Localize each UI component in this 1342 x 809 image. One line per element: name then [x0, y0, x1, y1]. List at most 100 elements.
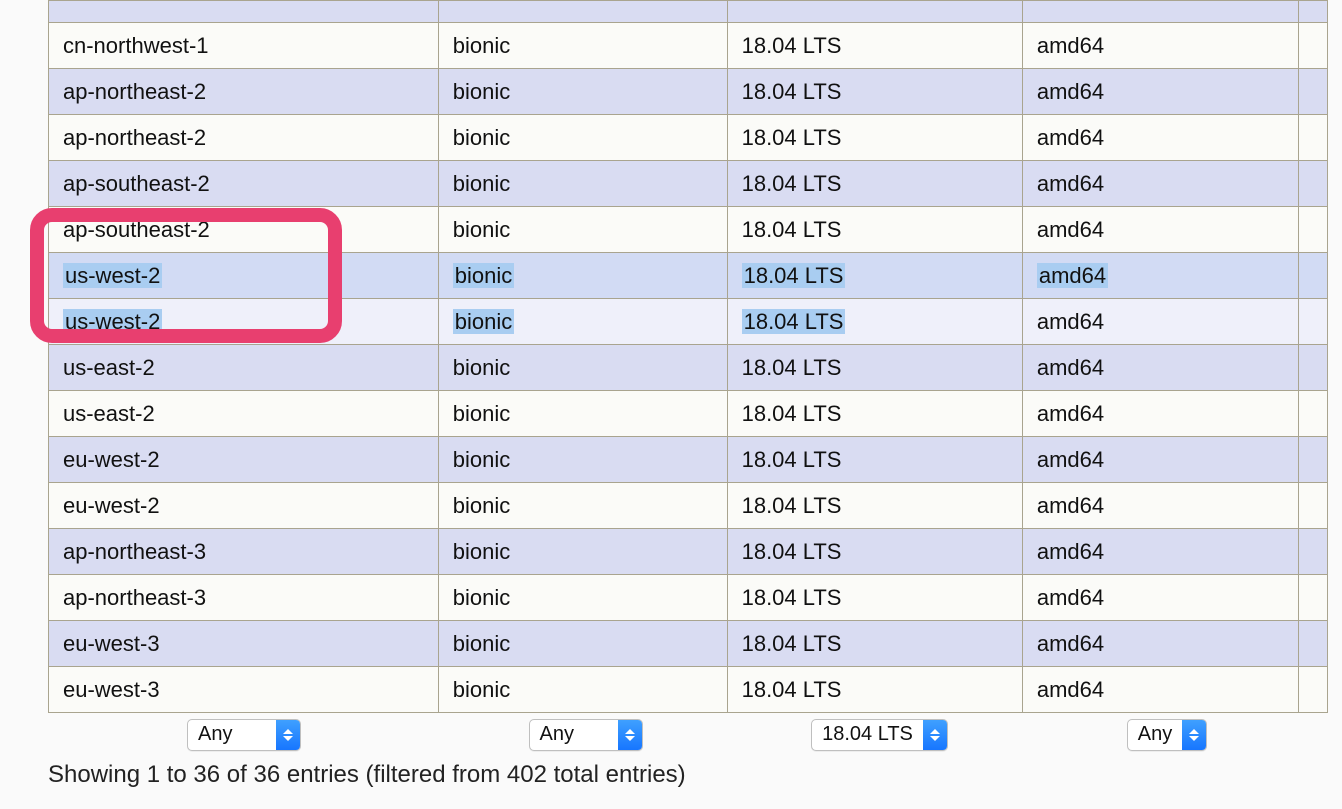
cell-tail [1298, 115, 1327, 161]
cell-arch: amd64 [1022, 575, 1298, 621]
cell-region: ap-northeast-2 [49, 69, 439, 115]
table-row[interactable]: us-west-2bionic18.04 LTSamd64 [49, 299, 1328, 345]
cell-tail [1298, 437, 1327, 483]
cell-tail [1298, 299, 1327, 345]
table-row[interactable]: cn-northwest-1bionic18.04 LTSamd64 [49, 23, 1328, 69]
cell-tail [1298, 483, 1327, 529]
table-row[interactable]: ap-northeast-2bionic18.04 LTSamd64 [49, 69, 1328, 115]
table-row[interactable]: eu-west-2bionic18.04 LTSamd64 [49, 437, 1328, 483]
cell-version: 18.04 LTS [727, 437, 1022, 483]
table-row[interactable]: ap-northeast-3bionic18.04 LTSamd64 [49, 575, 1328, 621]
cell-region: us-west-2 [49, 299, 439, 345]
cell-version: 18.04 LTS [727, 529, 1022, 575]
table-row[interactable]: ap-southeast-2bionic18.04 LTSamd64 [49, 161, 1328, 207]
cell-tail [1298, 529, 1327, 575]
cell-region: eu-west-3 [49, 621, 439, 667]
filter-region-select[interactable]: Any [187, 719, 301, 751]
filter-region-label: Any [188, 720, 276, 750]
cell-tail [1298, 345, 1327, 391]
cell-name: bionic [438, 253, 727, 299]
cell-name: bionic [438, 621, 727, 667]
cell-arch: amd64 [1022, 391, 1298, 437]
filter-arch-select[interactable]: Any [1127, 719, 1207, 751]
table-row[interactable]: us-east-2bionic18.04 LTSamd64 [49, 391, 1328, 437]
cell-name: bionic [438, 437, 727, 483]
data-table: cn-northwest-1bionic18.04 LTSamd64ap-nor… [48, 0, 1328, 713]
table-row[interactable]: eu-west-3bionic18.04 LTSamd64 [49, 667, 1328, 713]
cell-tail [1298, 575, 1327, 621]
cell-arch: amd64 [1022, 69, 1298, 115]
chevron-updown-icon [923, 720, 947, 750]
filter-version-select[interactable]: 18.04 LTS [811, 719, 948, 751]
cell-version: 18.04 LTS [727, 667, 1022, 713]
table-row[interactable]: eu-west-3bionic18.04 LTSamd64 [49, 621, 1328, 667]
cell-tail [1298, 23, 1327, 69]
cell-region: ap-southeast-2 [49, 207, 439, 253]
cell-name: bionic [438, 575, 727, 621]
chevron-updown-icon [618, 720, 642, 750]
cell-tail [1298, 253, 1327, 299]
table-row[interactable]: ap-northeast-3bionic18.04 LTSamd64 [49, 529, 1328, 575]
filter-version-label: 18.04 LTS [812, 720, 923, 750]
table-status-text: Showing 1 to 36 of 36 entries (filtered … [48, 761, 1342, 789]
cell-arch: amd64 [1022, 667, 1298, 713]
cell-tail [1298, 667, 1327, 713]
cell-version: 18.04 LTS [727, 621, 1022, 667]
cell-arch: amd64 [1022, 437, 1298, 483]
cell-arch: amd64 [1022, 253, 1298, 299]
cell-region: cn-northwest-1 [49, 23, 439, 69]
cell-name: bionic [438, 207, 727, 253]
cell-region [49, 1, 439, 23]
cell-version [727, 1, 1022, 23]
cell-arch: amd64 [1022, 23, 1298, 69]
cell-version: 18.04 LTS [727, 115, 1022, 161]
cell-name: bionic [438, 23, 727, 69]
cell-name: bionic [438, 69, 727, 115]
cell-version: 18.04 LTS [727, 23, 1022, 69]
cell-version: 18.04 LTS [727, 161, 1022, 207]
cell-name [438, 1, 727, 23]
cell-tail [1298, 161, 1327, 207]
filter-row: Any Any 18.04 LTS Any [48, 719, 1328, 751]
cell-name: bionic [438, 529, 727, 575]
cell-version: 18.04 LTS [727, 299, 1022, 345]
cell-region: ap-northeast-3 [49, 529, 439, 575]
cell-name: bionic [438, 299, 727, 345]
chevron-updown-icon [276, 720, 300, 750]
table-row[interactable] [49, 1, 1328, 23]
cell-name: bionic [438, 345, 727, 391]
cell-version: 18.04 LTS [727, 575, 1022, 621]
cell-arch [1022, 1, 1298, 23]
cell-tail [1298, 391, 1327, 437]
cell-version: 18.04 LTS [727, 207, 1022, 253]
table-row[interactable]: eu-west-2bionic18.04 LTSamd64 [49, 483, 1328, 529]
cell-region: us-west-2 [49, 253, 439, 299]
table-row[interactable]: us-east-2bionic18.04 LTSamd64 [49, 345, 1328, 391]
cell-arch: amd64 [1022, 621, 1298, 667]
cell-tail [1298, 69, 1327, 115]
cell-arch: amd64 [1022, 529, 1298, 575]
cell-region: eu-west-2 [49, 483, 439, 529]
cell-arch: amd64 [1022, 207, 1298, 253]
cell-arch: amd64 [1022, 483, 1298, 529]
table-row[interactable]: us-west-2bionic18.04 LTSamd64 [49, 253, 1328, 299]
cell-version: 18.04 LTS [727, 69, 1022, 115]
table-row[interactable]: ap-southeast-2bionic18.04 LTSamd64 [49, 207, 1328, 253]
cell-arch: amd64 [1022, 299, 1298, 345]
cell-name: bionic [438, 667, 727, 713]
cell-name: bionic [438, 391, 727, 437]
cell-region: us-east-2 [49, 345, 439, 391]
cell-version: 18.04 LTS [727, 345, 1022, 391]
cell-arch: amd64 [1022, 345, 1298, 391]
filter-name-select[interactable]: Any [529, 719, 643, 751]
cell-region: us-east-2 [49, 391, 439, 437]
filter-arch-label: Any [1128, 720, 1182, 750]
cell-region: ap-northeast-2 [49, 115, 439, 161]
cell-tail [1298, 1, 1327, 23]
cell-arch: amd64 [1022, 161, 1298, 207]
cell-version: 18.04 LTS [727, 483, 1022, 529]
filter-name-label: Any [530, 720, 618, 750]
table-row[interactable]: ap-northeast-2bionic18.04 LTSamd64 [49, 115, 1328, 161]
cell-name: bionic [438, 161, 727, 207]
cell-region: ap-southeast-2 [49, 161, 439, 207]
